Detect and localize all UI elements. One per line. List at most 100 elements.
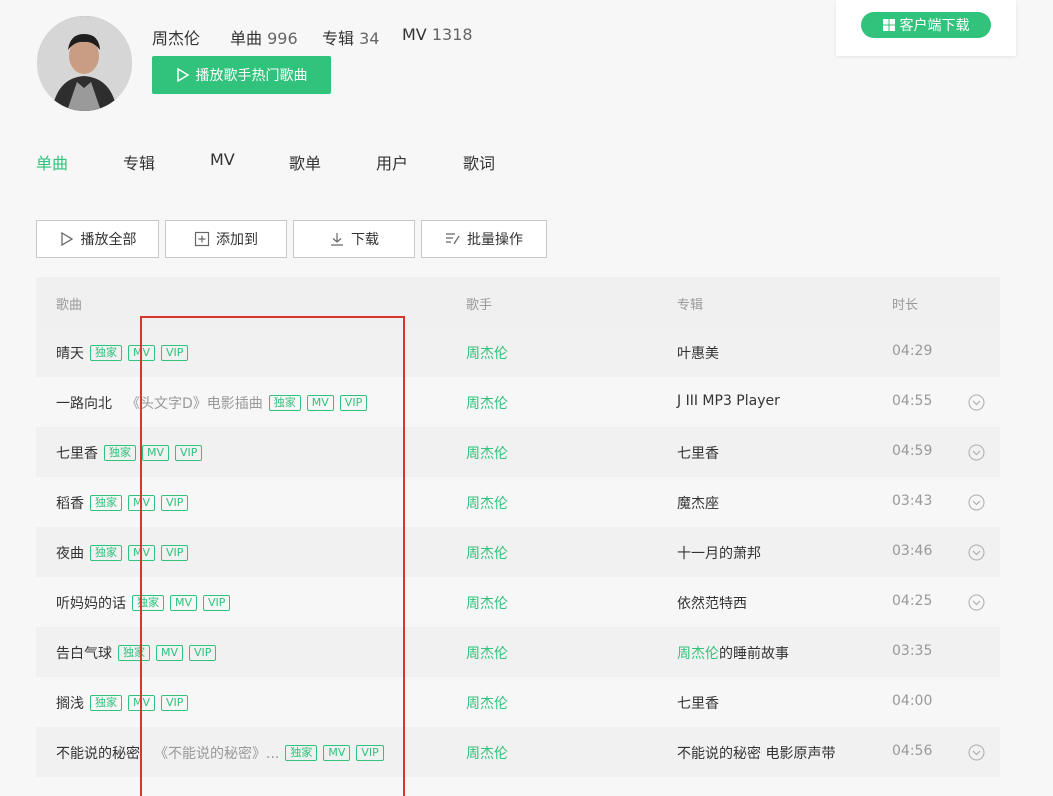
- singer-link[interactable]: 周杰伦: [466, 593, 508, 613]
- song-cell: 七里香 独家 MV VIP: [56, 443, 203, 463]
- mv-tag[interactable]: MV: [156, 645, 184, 661]
- song-name[interactable]: 搁浅: [56, 693, 84, 713]
- artist-name: 周杰伦: [152, 29, 201, 48]
- album-name: J III MP3 Player: [677, 393, 780, 409]
- artist-avatar: [37, 16, 132, 111]
- singer-link[interactable]: 周杰伦: [466, 693, 508, 713]
- mv-tag[interactable]: MV: [323, 745, 351, 761]
- album-link[interactable]: 依然范特西: [677, 593, 747, 613]
- single-count-stat[interactable]: 单曲 996: [230, 25, 298, 49]
- exclusive-tag: 独家: [90, 695, 122, 711]
- album-label: 专辑: [322, 29, 355, 48]
- mv-tag[interactable]: MV: [128, 345, 156, 361]
- album-link[interactable]: 七里香: [677, 693, 719, 713]
- singer-link[interactable]: 周杰伦: [466, 543, 508, 563]
- table-row[interactable]: 搁浅 独家 MV VIP 周杰伦 七里香 04:00: [36, 677, 1000, 727]
- client-download-button[interactable]: 客户端下载: [861, 12, 991, 38]
- tab-playlist[interactable]: 歌单: [289, 150, 321, 174]
- album-count-stat[interactable]: 专辑 34: [322, 25, 379, 49]
- client-download-card: 客户端下载: [836, 0, 1016, 56]
- song-duration: 03:35: [892, 643, 933, 659]
- singer-link[interactable]: 周杰伦: [466, 643, 508, 663]
- tab-album[interactable]: 专辑: [123, 150, 155, 174]
- table-row[interactable]: 不能说的秘密 《不能说的秘密》... 独家 MV VIP 周杰伦 不能说的秘密 电影原声带 0…: [36, 727, 1000, 777]
- mv-tag[interactable]: MV: [170, 595, 198, 611]
- song-duration: 04:00: [892, 693, 933, 709]
- more-options-icon[interactable]: [968, 444, 985, 461]
- song-duration: 03:43: [892, 493, 933, 509]
- vip-tag: VIP: [189, 645, 217, 661]
- song-name[interactable]: 不能说的秘密: [56, 743, 140, 763]
- mv-tag[interactable]: MV: [128, 695, 156, 711]
- tab-user[interactable]: 用户: [376, 150, 408, 174]
- table-row[interactable]: 听妈妈的话 独家 MV VIP 周杰伦 依然范特西 04:25: [36, 577, 1000, 627]
- vip-tag: VIP: [203, 595, 231, 611]
- header-song: 歌曲: [56, 298, 83, 313]
- singer-link[interactable]: 周杰伦: [466, 743, 508, 763]
- song-cell: 一路向北 《头文字D》电影插曲 独家 MV VIP: [56, 393, 368, 413]
- more-options-icon[interactable]: [968, 594, 985, 611]
- album-link[interactable]: J III MP3 Player: [677, 393, 780, 409]
- single-count: 996: [267, 29, 298, 48]
- song-name[interactable]: 听妈妈的话: [56, 593, 126, 613]
- mv-tag[interactable]: MV: [306, 395, 334, 411]
- batch-operation-button[interactable]: 批量操作: [421, 220, 547, 258]
- song-duration: 04:59: [892, 443, 933, 459]
- mv-tag[interactable]: MV: [142, 445, 170, 461]
- add-to-button[interactable]: 添加到: [165, 220, 287, 258]
- table-row[interactable]: 一路向北 《头文字D》电影插曲 独家 MV VIP 周杰伦 J III MP3 Player…: [36, 377, 1000, 427]
- play-hot-songs-button[interactable]: 播放歌手热门歌曲: [152, 56, 331, 94]
- song-cell: 不能说的秘密 《不能说的秘密》... 独家 MV VIP: [56, 743, 384, 763]
- more-options-icon[interactable]: [968, 744, 985, 761]
- album-link[interactable]: 魔杰座: [677, 493, 719, 513]
- table-row[interactable]: 晴天 独家 MV VIP 周杰伦 叶惠美 04:29: [36, 327, 1000, 377]
- song-subtitle: 《头文字D》电影插曲: [126, 396, 263, 412]
- play-all-button[interactable]: 播放全部: [36, 220, 159, 258]
- vip-tag: VIP: [175, 445, 203, 461]
- singer-link[interactable]: 周杰伦: [466, 493, 508, 513]
- mv-label: MV: [402, 25, 427, 44]
- more-options-icon[interactable]: [968, 544, 985, 561]
- song-name[interactable]: 一路向北: [56, 393, 112, 413]
- song-duration: 04:55: [892, 393, 933, 409]
- more-options-icon[interactable]: [968, 494, 985, 511]
- tab-single[interactable]: 单曲: [36, 150, 68, 174]
- album-name: 叶惠美: [677, 346, 719, 362]
- more-options-icon[interactable]: [968, 394, 985, 411]
- song-name[interactable]: 晴天: [56, 343, 84, 363]
- singer-link[interactable]: 周杰伦: [466, 443, 508, 463]
- table-row[interactable]: 七里香 独家 MV VIP 周杰伦 七里香 04:59: [36, 427, 1000, 477]
- song-cell: 晴天 独家 MV VIP: [56, 343, 189, 363]
- album-name: 依然范特西: [677, 596, 747, 612]
- song-name[interactable]: 告白气球: [56, 643, 112, 663]
- download-button[interactable]: 下载: [293, 220, 415, 258]
- play-all-label: 播放全部: [80, 232, 137, 248]
- client-download-label: 客户端下载: [899, 18, 970, 34]
- singer-link[interactable]: 周杰伦: [466, 393, 508, 413]
- vip-tag: VIP: [161, 495, 189, 511]
- album-link[interactable]: 十一月的萧邦: [677, 543, 761, 563]
- exclusive-tag: 独家: [132, 595, 164, 611]
- song-name[interactable]: 夜曲: [56, 543, 84, 563]
- song-table: 歌曲 歌手 专辑 时长 晴天 独家 MV VIP 周杰伦 叶惠美 04:29 一路向北 《头文字…: [36, 277, 1000, 777]
- tab-mv[interactable]: MV: [210, 150, 235, 169]
- singer-link[interactable]: 周杰伦: [466, 343, 508, 363]
- album-link[interactable]: 七里香: [677, 443, 719, 463]
- album-name: 的睡前故事: [719, 646, 789, 662]
- album-link[interactable]: 叶惠美: [677, 343, 719, 363]
- album-link[interactable]: 周杰伦的睡前故事: [677, 643, 789, 663]
- album-link[interactable]: 不能说的秘密 电影原声带: [677, 743, 835, 763]
- album-name: 七里香: [677, 446, 719, 462]
- mv-tag[interactable]: MV: [128, 495, 156, 511]
- tab-lyrics[interactable]: 歌词: [463, 150, 495, 174]
- table-row[interactable]: 稻香 独家 MV VIP 周杰伦 魔杰座 03:43: [36, 477, 1000, 527]
- song-name[interactable]: 稻香: [56, 493, 84, 513]
- song-name[interactable]: 七里香: [56, 443, 98, 463]
- mv-tag[interactable]: MV: [128, 545, 156, 561]
- mv-count-stat[interactable]: MV 1318: [402, 25, 473, 44]
- table-row[interactable]: 夜曲 独家 MV VIP 周杰伦 十一月的萧邦 03:46: [36, 527, 1000, 577]
- song-cell: 告白气球 独家 MV VIP: [56, 643, 217, 663]
- exclusive-tag: 独家: [90, 495, 122, 511]
- song-duration: 04:56: [892, 743, 933, 759]
- table-row[interactable]: 告白气球 独家 MV VIP 周杰伦 周杰伦的睡前故事 03:35: [36, 627, 1000, 677]
